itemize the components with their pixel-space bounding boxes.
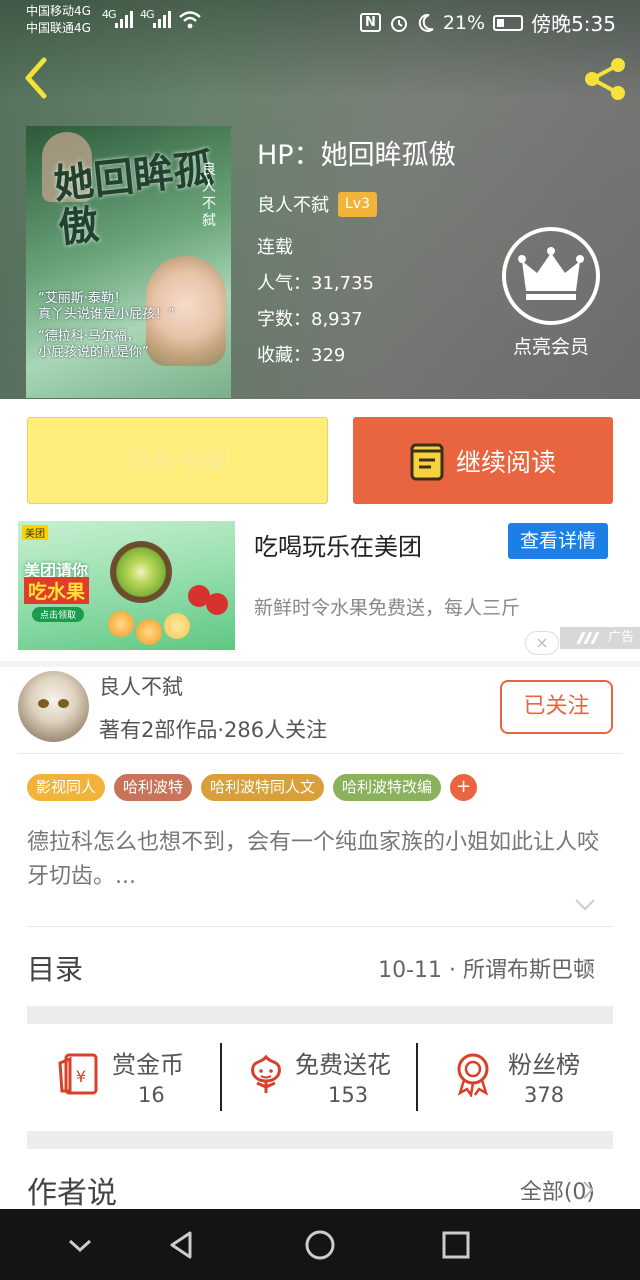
reward-coins-label: 赏金币	[112, 1051, 184, 1079]
section-divider	[0, 661, 640, 667]
back-arrow-icon[interactable]	[18, 56, 58, 100]
divider	[18, 753, 622, 754]
book-cover[interactable]: 她回眸孤傲 良人不弑 “艾丽斯·泰勒！ 真丫头说谁是小屁孩！” “德拉科·马尔福…	[26, 126, 231, 398]
signal-1-icon	[115, 11, 133, 28]
apple-illustration	[206, 593, 228, 615]
chevron-right-icon[interactable]	[582, 958, 594, 978]
more-tags-button[interactable]: +	[450, 774, 478, 801]
send-flowers-value: 153	[328, 1083, 369, 1107]
book-status: 连载	[257, 237, 293, 258]
cover-quote-2: “德拉科·马尔福， 小屁孩说的就是你”	[38, 329, 149, 360]
book-detail-page: 中国移动4G 中国联通4G 4G 4G N 21% 傍晚5:35 她回眸孤傲 良…	[0, 0, 640, 1280]
tag-item[interactable]: 影视同人	[27, 774, 106, 801]
ad-brand-logo: 美团	[22, 525, 48, 540]
nav-home-icon[interactable]	[300, 1227, 340, 1263]
vip-button[interactable]	[502, 227, 600, 325]
share-icon[interactable]	[582, 56, 630, 102]
alarm-icon	[390, 15, 407, 32]
crown-icon	[518, 247, 584, 300]
ad-close-button[interactable]: ×	[525, 631, 559, 655]
ad-image[interactable]: 美团 美团请你 吃水果 点击领取	[18, 521, 235, 650]
clock: 傍晚5:35	[531, 12, 616, 36]
kiwi-illustration	[110, 541, 172, 603]
author-line: 良人不弑 Lv3	[257, 190, 456, 218]
book-synopsis[interactable]: 德拉科怎么也想不到，会有一个纯血家族的小姐如此让人咬牙切齿。...	[27, 826, 613, 894]
lemon-illustration	[164, 613, 190, 639]
section-gap	[27, 1006, 613, 1024]
status-right: N 21% 傍晚5:35	[359, 8, 616, 37]
book-icon	[410, 443, 444, 480]
status-bar: 中国移动4G 中国联通4G 4G 4G N 21% 傍晚5:35	[0, 0, 640, 42]
carrier-2: 中国联通4G	[26, 21, 91, 35]
stat-separator	[416, 1043, 418, 1111]
section-gap	[27, 1131, 613, 1149]
avatar-eye	[38, 699, 49, 708]
author-name[interactable]: 良人不弑	[99, 671, 183, 701]
cover-author: 良人不弑	[202, 162, 216, 229]
chevron-right-icon[interactable]	[582, 1180, 594, 1200]
continue-reading-button[interactable]: 继续阅读	[353, 417, 613, 504]
book-title: HP：她回眸孤傲	[257, 140, 456, 171]
followed-button[interactable]: 已关注	[500, 680, 613, 734]
author-stats: 著有2部作品·286人关注	[99, 718, 328, 742]
nav-recents-icon[interactable]	[436, 1227, 476, 1263]
nav-back-icon[interactable]	[162, 1227, 202, 1263]
stat-separator	[220, 1043, 222, 1111]
svg-text:¥: ¥	[76, 1067, 86, 1086]
book-word-count: 字数：8,937	[257, 309, 363, 330]
ad-description[interactable]: 新鲜时令水果免费送，每人三斤	[254, 593, 520, 620]
ad-view-details-button[interactable]: 查看详情	[508, 523, 608, 559]
tag-item[interactable]: 哈利波特改编	[333, 774, 442, 801]
fan-rankings-label: 粉丝榜	[508, 1051, 580, 1079]
book-author[interactable]: 良人不弑	[257, 191, 329, 217]
author-level-badge: Lv3	[338, 191, 377, 217]
send-flowers-label: 免费送花	[295, 1051, 391, 1079]
fan-rankings-value: 378	[524, 1083, 565, 1107]
battery-icon	[493, 14, 524, 31]
avatar-eye	[58, 699, 69, 708]
fan-rankings-button[interactable]: 粉丝榜 378	[452, 1041, 602, 1111]
cover-quote-1: “艾丽斯·泰勒！ 真丫头说谁是小屁孩！”	[38, 291, 175, 322]
carrier-1: 中国移动4G	[26, 4, 91, 18]
ad-title[interactable]: 吃喝玩乐在美团	[254, 527, 422, 562]
in-bookshelf-button[interactable]: 已在书架	[27, 417, 328, 504]
vip-label[interactable]: 点亮会员	[495, 332, 607, 359]
battery-percent: 21%	[442, 11, 486, 34]
divider	[27, 926, 613, 927]
author-notes-label: 作者说	[27, 1176, 117, 1211]
carrier-info: 中国移动4G 中国联通4G	[26, 3, 91, 37]
red-envelope-icon: ¥	[58, 1053, 98, 1095]
send-flowers-button[interactable]: 免费送花 153	[243, 1041, 413, 1111]
reward-coins-button[interactable]: ¥ 赏金币 16	[56, 1041, 206, 1111]
book-popularity: 人气：31,735	[257, 273, 374, 294]
expand-chevron-down-icon[interactable]	[574, 898, 596, 912]
tag-item[interactable]: 哈利波特同人文	[201, 774, 325, 801]
book-collections: 收藏：329	[257, 345, 346, 366]
wifi-icon	[179, 11, 201, 29]
author-avatar[interactable]	[18, 671, 89, 742]
nfc-icon: N	[359, 13, 381, 32]
orange-illustration	[136, 619, 162, 645]
latest-chapter[interactable]: 10-11 · 所谓布斯巴顿	[378, 952, 595, 984]
ad-image-button: 点击领取	[32, 607, 85, 622]
continue-reading-label: 继续阅读	[455, 447, 556, 477]
orange-illustration	[108, 611, 134, 637]
ad-tag-text: 广告	[607, 630, 634, 645]
book-header: 中国移动4G 中国联通4G 4G 4G N 21% 傍晚5:35 她回眸孤傲 良…	[0, 0, 640, 399]
advertisement[interactable]: 美团 美团请你 吃水果 点击领取 吃喝玩乐在美团 查看详情 新鲜时令水果免费送，…	[0, 521, 640, 661]
flower-icon	[251, 1054, 281, 1093]
hide-nav-chevron-down-icon[interactable]	[60, 1227, 100, 1263]
tag-item[interactable]: 哈利波特	[114, 774, 193, 801]
ad-stripes-icon	[576, 630, 600, 645]
table-of-contents-label[interactable]: 目录	[27, 948, 83, 988]
ad-image-headline-2: 吃水果	[24, 577, 90, 604]
ad-label: 广告	[560, 627, 640, 649]
book-info: HP：她回眸孤傲 良人不弑 Lv3 连载 人气：31,735 字数：8,937 …	[257, 136, 456, 374]
reward-coins-value: 16	[138, 1083, 165, 1107]
tag-list: 影视同人 哈利波特 哈利波特同人文 哈利波特改编 +	[27, 774, 478, 801]
signal-2-icon	[153, 11, 171, 28]
medal-icon	[457, 1053, 489, 1097]
moon-icon	[418, 13, 434, 32]
system-navigation-bar	[0, 1209, 640, 1280]
